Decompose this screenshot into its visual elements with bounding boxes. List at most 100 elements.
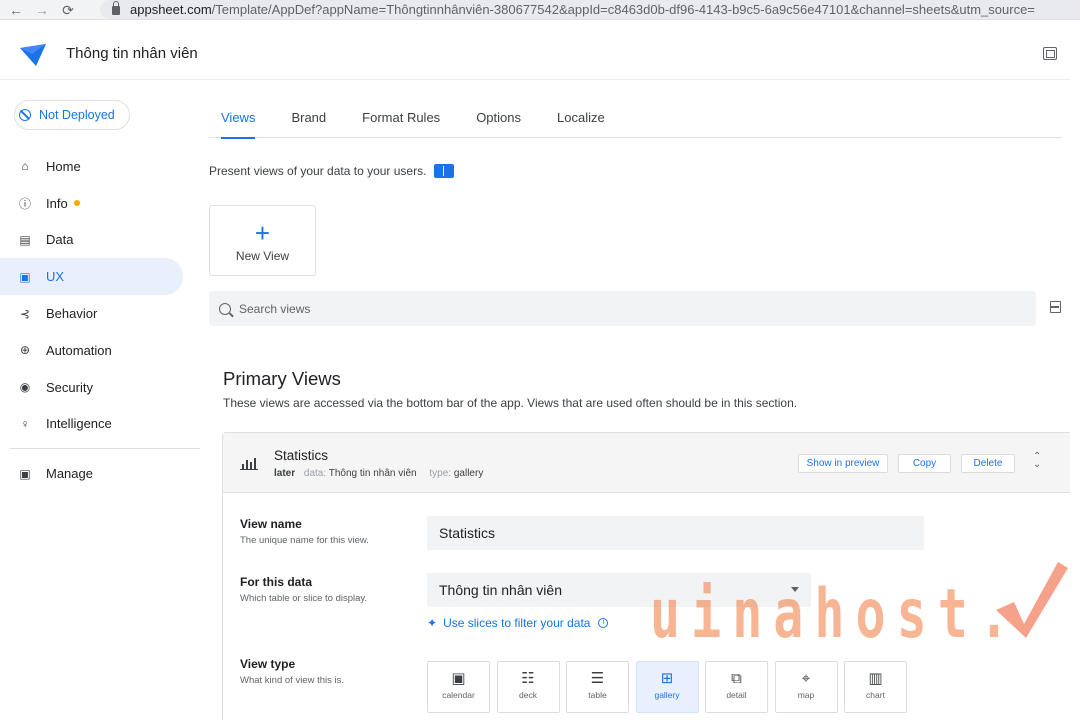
- url-host: appsheet.com: [130, 2, 212, 17]
- tab-options[interactable]: Options: [464, 102, 533, 138]
- reorder-icon[interactable]: ⌃ ⌄: [1033, 452, 1042, 470]
- info-icon: ⓘ: [18, 196, 31, 211]
- view-type-gallery[interactable]: ⊞ gallery: [635, 661, 699, 713]
- search-placeholder: Search views: [239, 301, 311, 316]
- view-type-help: What kind of view this is.: [240, 675, 345, 686]
- view-type-detail[interactable]: ⧉ detail: [705, 661, 768, 713]
- sidebar-item-manage[interactable]: ▣ Manage: [0, 455, 205, 492]
- new-view-button[interactable]: + New View: [209, 205, 316, 276]
- view-type-option-label: map: [797, 690, 815, 700]
- reload-icon[interactable]: ⟳: [58, 2, 78, 18]
- for-this-data-help: Which table or slice to display.: [240, 593, 368, 604]
- for-this-data-value: Thông tin nhân viên: [439, 582, 562, 598]
- sidebar-item-behavior[interactable]: ⊰ Behavior: [0, 295, 205, 332]
- tab-views[interactable]: Views: [209, 102, 267, 139]
- sidebar-item-automation[interactable]: ⊕ Automation: [0, 332, 205, 369]
- book-icon[interactable]: [434, 164, 455, 178]
- delete-button[interactable]: Delete: [961, 454, 1015, 473]
- sidebar-item-label: Data: [46, 232, 74, 248]
- ux-tabs: Views Brand Format Rules Options Localiz…: [209, 102, 1062, 139]
- forward-arrow-icon[interactable]: →: [32, 2, 52, 18]
- app-header: Thông tin nhân viên: [0, 30, 1070, 80]
- sidebar-item-label: Intelligence: [46, 416, 112, 432]
- for-this-data-label: For this data: [240, 575, 313, 589]
- search-icon: [219, 302, 231, 315]
- view-card-name: Statistics: [274, 448, 329, 463]
- table-icon: ☰: [590, 670, 605, 687]
- info-icon[interactable]: i: [598, 618, 609, 628]
- sidebar-item-label: Home: [46, 158, 81, 174]
- view-type-chart[interactable]: ▥ chart: [844, 661, 907, 713]
- search-views-input[interactable]: Search views: [209, 291, 1036, 326]
- calendar-icon: ▣: [451, 670, 466, 687]
- deck-icon: ☷: [521, 670, 535, 687]
- view-type-option-label: calendar: [442, 690, 475, 700]
- vinahost-watermark: uinahost.: [650, 575, 1020, 654]
- view-type-option-label: deck: [519, 690, 537, 700]
- view-type-options: ▣ calendar ☷ deck ☰ table ⊞ gallery ⧉ de…: [427, 661, 914, 713]
- view-type-option-label: gallery: [654, 690, 680, 700]
- back-arrow-icon[interactable]: ←: [6, 2, 26, 18]
- map-pin-icon: ⌖: [801, 670, 811, 687]
- info-notification-dot: [73, 200, 80, 207]
- sidebar-item-label: Automation: [46, 342, 112, 358]
- sidebar-item-security[interactable]: ◉ Security: [0, 369, 205, 406]
- sidebar-divider: [10, 448, 200, 450]
- preview-toggle-icon[interactable]: [1043, 47, 1057, 60]
- checkmark-watermark-icon: [996, 562, 1068, 638]
- ux-icon: ▣: [19, 269, 31, 284]
- view-data-value: Thông tin nhân viên: [328, 468, 417, 479]
- view-name-input[interactable]: Statistics: [427, 516, 924, 550]
- deploy-status-label: Not Deployed: [39, 108, 115, 122]
- not-deployed-icon: [19, 109, 31, 121]
- tab-brand[interactable]: Brand: [279, 102, 338, 138]
- move-down-icon: ⌄: [1033, 459, 1042, 470]
- use-slices-link[interactable]: ✦ Use slices to filter your data i: [427, 616, 609, 630]
- appsheet-logo-icon[interactable]: [18, 42, 48, 68]
- sidebar-item-intelligence[interactable]: ♀ Intelligence: [0, 406, 205, 443]
- lightbulb-icon: ♀: [20, 416, 30, 431]
- sidebar-item-label: Security: [46, 379, 93, 395]
- tab-format-rules[interactable]: Format Rules: [350, 102, 452, 138]
- data-icon: ▤: [19, 232, 31, 247]
- view-position: later: [274, 468, 296, 479]
- copy-button[interactable]: Copy: [898, 454, 951, 473]
- view-name-label: View name: [240, 517, 302, 531]
- sidebar-item-label: Info: [46, 195, 68, 211]
- automation-icon: ⊕: [19, 343, 31, 358]
- collapse-list-icon[interactable]: [1050, 301, 1061, 313]
- sidebar-item-data[interactable]: ▤ Data: [0, 222, 205, 259]
- security-icon: ◉: [19, 380, 31, 395]
- behavior-icon: ⊰: [19, 306, 31, 321]
- section-title: Primary Views: [223, 368, 341, 389]
- sidebar-item-label: Manage: [46, 466, 93, 482]
- manage-icon: ▣: [19, 466, 31, 481]
- view-type-option-label: table: [588, 690, 607, 700]
- show-in-preview-button[interactable]: Show in preview: [798, 454, 888, 473]
- chart-icon: ▥: [868, 670, 883, 687]
- view-type-table[interactable]: ☰ table: [566, 661, 629, 713]
- sidebar-nav: ⌂ Home ⓘ Info ▤ Data ▣ UX ⊰ Behavior ⊕ A…: [0, 148, 205, 492]
- sidebar-item-info[interactable]: ⓘ Info: [0, 185, 205, 222]
- view-card-meta: later data: Thông tin nhân viên type: ga…: [274, 468, 493, 479]
- view-card-header[interactable]: Statistics later data: Thông tin nhân vi…: [223, 433, 1070, 493]
- section-description: These views are accessed via the bottom …: [223, 396, 798, 410]
- deploy-status-badge[interactable]: Not Deployed: [14, 100, 130, 130]
- view-type-calendar[interactable]: ▣ calendar: [427, 661, 490, 713]
- address-bar[interactable]: appsheet.com/Template/AppDef?appName=Thô…: [100, 0, 1080, 19]
- view-type-deck[interactable]: ☷ deck: [496, 661, 560, 713]
- view-data-label: data:: [303, 468, 327, 479]
- sidebar-item-home[interactable]: ⌂ Home: [0, 148, 205, 185]
- view-type-label: View type: [240, 657, 296, 671]
- tab-localize[interactable]: Localize: [545, 102, 617, 138]
- new-view-label: New View: [235, 249, 290, 263]
- browser-toolbar: ← → ⟳ appsheet.com/Template/AppDef?appNa…: [0, 0, 1080, 20]
- sidebar-item-ux[interactable]: ▣ UX: [0, 258, 183, 296]
- view-type-map[interactable]: ⌖ map: [774, 661, 838, 713]
- view-type-option-label: detail: [726, 690, 747, 700]
- plus-icon: +: [254, 218, 271, 248]
- sidebar-item-label: Behavior: [46, 306, 98, 322]
- home-icon: ⌂: [21, 159, 29, 174]
- bar-chart-icon: [240, 456, 258, 470]
- view-type-value: gallery: [453, 468, 484, 479]
